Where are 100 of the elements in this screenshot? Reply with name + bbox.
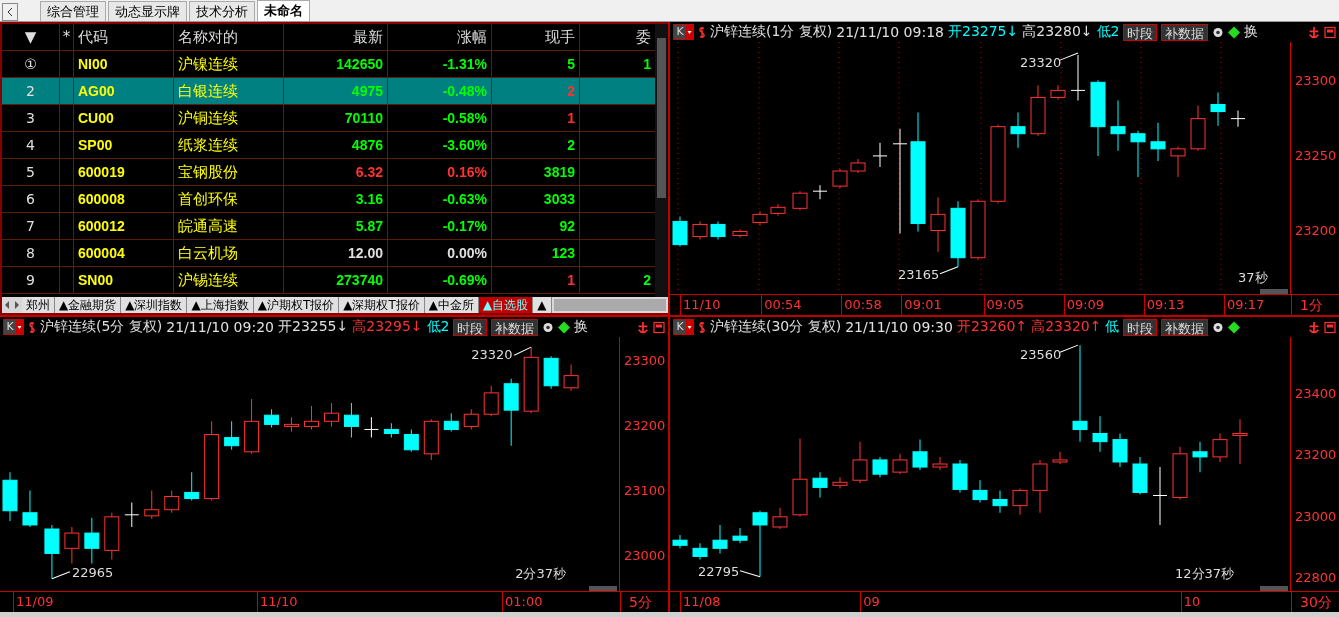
candle	[1150, 122, 1166, 162]
table-cell: 600008	[74, 186, 174, 212]
caret-down-icon[interactable]	[686, 320, 693, 334]
table-row[interactable]: 3 CU00 沪铜连续 70110 -0.58% 1	[2, 105, 655, 132]
gear-icon[interactable]	[1212, 25, 1225, 39]
axis-label: 23300	[1295, 72, 1337, 88]
scroll-thumb[interactable]	[1260, 289, 1288, 294]
candle	[1052, 451, 1068, 465]
column-header[interactable]: 最新	[284, 24, 388, 50]
toolbar-button[interactable]: 时段	[1123, 318, 1158, 336]
column-header[interactable]: ▼	[2, 24, 60, 50]
quote-text: 低	[1105, 318, 1120, 336]
maximize-icon[interactable]	[1324, 25, 1336, 39]
toolbar-button[interactable]: 补数据	[491, 318, 539, 336]
dollar-icon[interactable]	[698, 25, 706, 39]
column-header[interactable]: *	[60, 24, 74, 50]
maximize-icon[interactable]	[1324, 320, 1336, 334]
toolbar-button[interactable]: 时段	[1123, 23, 1158, 41]
table-cell: 5	[567, 56, 575, 72]
table-row[interactable]: 9 SN00 沪锡连续 273740 -0.69% 1 2	[2, 267, 655, 294]
table-cell: 沪锡连续	[174, 267, 284, 293]
scroll-thumb[interactable]	[589, 586, 617, 591]
sheet-tab[interactable]: ▲上海指数	[187, 297, 254, 313]
tab[interactable]: 未命名	[257, 0, 310, 21]
candle	[503, 378, 519, 447]
price-label: 37秒	[1238, 268, 1268, 287]
candle	[772, 507, 788, 530]
candle	[104, 512, 120, 560]
tab[interactable]: 综合管理	[40, 1, 106, 21]
axis-label: 23200	[1295, 222, 1337, 238]
axis-label: 22800	[1295, 569, 1337, 585]
column-header[interactable]: 名称对的	[174, 24, 284, 50]
quote-text: 换	[1244, 23, 1259, 41]
sheet-tab[interactable]: ▲深期权T报价	[339, 297, 425, 313]
diamond-icon[interactable]	[1228, 320, 1241, 334]
toolbar-button[interactable]: 补数据	[1161, 23, 1209, 41]
table-cell: 白云机场	[174, 240, 284, 266]
k-button[interactable]: K	[673, 24, 694, 40]
candle	[672, 534, 688, 549]
diamond-icon[interactable]	[1228, 25, 1241, 39]
gear-icon[interactable]	[542, 320, 555, 334]
table-row[interactable]: 6 600008 首创环保 3.16 -0.63% 3033	[2, 186, 655, 213]
table-row[interactable]: 5 600019 宝钢股份 6.32 0.16% 3819	[2, 159, 655, 186]
candle	[992, 489, 1008, 514]
dollar-icon[interactable]	[698, 320, 706, 334]
table-cell: CU00	[74, 105, 174, 131]
candle	[1112, 433, 1128, 468]
candle	[932, 456, 948, 471]
quote-text: 沪锌连续(5分 复权)	[40, 318, 163, 336]
scroll-left-button[interactable]	[2, 3, 18, 21]
candle	[1092, 415, 1108, 453]
column-header[interactable]: 现手	[492, 24, 580, 50]
column-header[interactable]: 代码	[74, 24, 174, 50]
caret-down-icon[interactable]	[686, 25, 693, 39]
candle	[563, 363, 579, 392]
candle	[403, 428, 419, 453]
sheet-tab[interactable]: 郑州	[22, 297, 55, 313]
sheet-tab[interactable]: ▲深圳指数	[121, 297, 188, 313]
anchor-icon[interactable]	[1308, 320, 1320, 334]
anchor-icon[interactable]	[637, 320, 649, 334]
scrollbar[interactable]	[553, 299, 666, 311]
maximize-icon[interactable]	[653, 320, 665, 334]
table-cell: -0.58%	[442, 110, 487, 126]
candle	[144, 489, 160, 520]
table-cell: 4	[2, 132, 60, 158]
quote-text: 高23295↓	[352, 318, 423, 336]
sheet-tab[interactable]: ▲金融期货	[55, 297, 122, 313]
k-button[interactable]: K	[673, 319, 694, 335]
gear-icon[interactable]	[1212, 320, 1225, 334]
toolbar-button[interactable]: 补数据	[1161, 318, 1209, 336]
table-row[interactable]: 7 600012 皖通高速 5.87 -0.17% 92	[2, 213, 655, 240]
candle	[732, 527, 748, 544]
table-row[interactable]: 4 SP00 纸浆连续 4876 -3.60% 2	[2, 132, 655, 159]
diamond-icon[interactable]	[558, 320, 571, 334]
axis-label: 23000	[624, 547, 666, 563]
axis-label: 00:58	[841, 295, 882, 315]
sheet-tab[interactable]: ▲沪期权T报价	[253, 297, 340, 313]
axis-label: 11/10	[680, 295, 721, 315]
anchor-icon[interactable]	[1308, 25, 1320, 39]
table-cell: 沪镍连续	[174, 51, 284, 77]
scroll-thumb[interactable]	[1260, 586, 1288, 591]
table-cell: 白银连续	[174, 78, 284, 104]
caret-down-icon[interactable]	[16, 320, 23, 334]
candle	[284, 416, 300, 432]
k-button[interactable]: K	[3, 319, 24, 335]
dollar-icon[interactable]	[28, 320, 36, 334]
price-label: 2分37秒	[515, 564, 566, 583]
column-header[interactable]: 委	[580, 24, 655, 50]
scrollbar[interactable]	[655, 24, 668, 297]
tab[interactable]: 动态显示牌	[108, 1, 187, 21]
candle	[692, 542, 708, 560]
sheet-tab[interactable]: ▲中金所	[424, 297, 480, 313]
table-row[interactable]: 2 AG00 白银连续 4975 -0.48% 2	[2, 78, 655, 105]
sheet-tab[interactable]: ▲	[533, 297, 552, 313]
tab[interactable]: 技术分析	[189, 1, 255, 21]
toolbar-button[interactable]: 时段	[453, 318, 488, 336]
sheet-tab[interactable]: ▲自选股	[479, 297, 534, 313]
candle	[832, 168, 848, 189]
table-row[interactable]: 8 600004 白云机场 12.00 0.00% 123	[2, 240, 655, 267]
column-header[interactable]: 涨幅	[388, 24, 492, 50]
